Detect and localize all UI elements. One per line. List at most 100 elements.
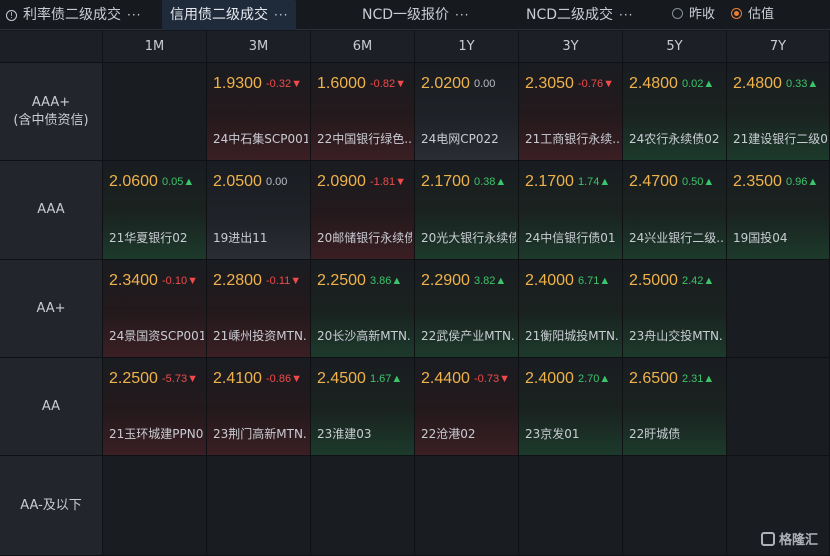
- change-bp: -0.86▼: [266, 373, 302, 385]
- change-bp: -0.32▼: [266, 78, 302, 90]
- bond-cell[interactable]: 1.9300 -0.32▼ 24中石集SCP001: [207, 63, 311, 161]
- change-bp: 2.70▲: [578, 373, 611, 385]
- change-bp: -1.81▼: [370, 176, 406, 188]
- bond-name: 19进出11: [213, 231, 268, 245]
- bond-cell[interactable]: 2.0600 0.05▲ 21华夏银行02: [103, 161, 207, 260]
- bond-cell[interactable]: 2.0500 0.00 19进出11: [207, 161, 311, 260]
- tab-rate-bond-secondary[interactable]: ! 利率债二级成交 ···: [6, 0, 141, 30]
- bond-cell[interactable]: 2.4000 2.70▲ 23京发01: [519, 358, 623, 456]
- bond-cell[interactable]: 2.4400 -0.73▼ 22沧港02: [415, 358, 519, 456]
- tab-ncd-secondary[interactable]: NCD二级成交 ···: [526, 0, 633, 30]
- radio-prev-close[interactable]: 昨收: [672, 0, 715, 30]
- change-bp: 0.00: [474, 78, 496, 90]
- bond-name: 21玉环城建PPN0: [109, 427, 204, 441]
- bond-cell[interactable]: 1.6000 -0.82▼ 22中国银行绿色...: [311, 63, 415, 161]
- bond-cell[interactable]: 2.4000 6.71▲ 21衡阳城投MTN.: [519, 260, 623, 358]
- bond-cell[interactable]: 2.1700 0.38▲ 20光大银行永续债: [415, 161, 519, 260]
- watermark: 格隆汇: [760, 529, 818, 548]
- bond-name: 21工商银行永续...: [525, 132, 620, 146]
- yield-value: 1.6000: [317, 75, 366, 92]
- bond-cell[interactable]: 2.3400 -0.10▼ 24景国资SCP001: [103, 260, 207, 358]
- bond-cell[interactable]: 2.2500 3.86▲ 20长沙高新MTN.: [311, 260, 415, 358]
- row-label: AA: [0, 358, 103, 456]
- tab-label: NCD二级成交: [526, 7, 614, 23]
- bond-cell[interactable]: 2.0200 0.00 24电网CP022: [415, 63, 519, 161]
- bond-name: 24中信银行债01: [525, 231, 616, 245]
- bond-name: 22中国银行绿色...: [317, 132, 412, 146]
- yield-value: 2.4800: [733, 75, 782, 92]
- more-dots-icon[interactable]: ···: [274, 8, 288, 22]
- tab-label: 利率债二级成交: [23, 7, 121, 23]
- row-label: AAA: [0, 161, 103, 260]
- change-bp: 2.42▲: [682, 275, 715, 287]
- empty-cell: [311, 456, 415, 556]
- bond-name: 19国投04: [733, 231, 788, 245]
- bond-cell[interactable]: 2.5000 2.42▲ 23舟山交投MTN.: [623, 260, 727, 358]
- bond-name: 23舟山交投MTN.: [629, 329, 723, 343]
- change-bp: 0.96▲: [786, 176, 819, 188]
- change-bp: 0.33▲: [786, 78, 819, 90]
- watermark-text: 格隆汇: [778, 533, 818, 548]
- bond-cell[interactable]: 2.3500 0.96▲ 19国投04: [727, 161, 830, 260]
- radio-label: 估值: [748, 7, 775, 22]
- bond-cell[interactable]: 2.2800 -0.11▼ 21嵊州投资MTN.: [207, 260, 311, 358]
- change-bp: -0.11▼: [266, 275, 302, 287]
- more-dots-icon[interactable]: ···: [619, 8, 633, 22]
- bond-name: 22沧港02: [421, 427, 476, 441]
- tab-label: 信用债二级成交: [170, 7, 268, 23]
- change-bp: -0.76▼: [578, 78, 614, 90]
- tab-ncd-primary-quote[interactable]: NCD一级报价 ···: [362, 0, 469, 30]
- bond-cell[interactable]: 2.4800 0.33▲ 21建设银行二级0: [727, 63, 830, 161]
- column-header-1y: 1Y: [415, 31, 519, 63]
- row-label-text: AAA+ (含中债资信): [13, 94, 88, 130]
- empty-cell: [623, 456, 727, 556]
- yield-value: 2.3400: [109, 272, 158, 289]
- yield-value: 2.6500: [629, 370, 678, 387]
- change-bp: -5.73▼: [162, 373, 198, 385]
- bond-name: 20邮储银行永续债: [317, 231, 412, 245]
- yield-value: 2.4500: [317, 370, 366, 387]
- change-bp: 3.86▲: [370, 275, 403, 287]
- empty-cell: [519, 456, 623, 556]
- empty-cell: [727, 260, 830, 358]
- bond-name: 24兴业银行二级...: [629, 231, 724, 245]
- bond-cell[interactable]: 2.4800 0.02▲ 24农行永续债02: [623, 63, 727, 161]
- change-bp: 1.67▲: [370, 373, 403, 385]
- yield-grid: 1M 3M 6M 1Y 3Y 5Y 7Y AAA+ (含中债资信) 1.9300 -0.32▼ 24中…: [0, 31, 830, 556]
- bond-cell[interactable]: 2.6500 2.31▲ 22盱城债: [623, 358, 727, 456]
- change-bp: -0.73▼: [474, 373, 510, 385]
- bond-name: 21衡阳城投MTN.: [525, 329, 619, 343]
- bond-cell[interactable]: 2.4100 -0.86▼ 23荆门高新MTN.: [207, 358, 311, 456]
- change-bp: -0.82▼: [370, 78, 406, 90]
- row-label-text: AAA: [37, 201, 64, 219]
- top-tab-bar: ! 利率债二级成交 ··· 信用债二级成交 ··· NCD一级报价 ··· NCD二级成…: [0, 0, 830, 30]
- column-header-7y: 7Y: [727, 31, 830, 63]
- change-bp: 2.31▲: [682, 373, 715, 385]
- yield-value: 2.0900: [317, 173, 366, 190]
- bond-cell[interactable]: 2.2900 3.82▲ 22武侯产业MTN.: [415, 260, 519, 358]
- yield-value: 2.4800: [629, 75, 678, 92]
- bond-cell[interactable]: 2.3050 -0.76▼ 21工商银行永续...: [519, 63, 623, 161]
- bond-cell[interactable]: 2.0900 -1.81▼ 20邮储银行永续债: [311, 161, 415, 260]
- radio-valuation[interactable]: 估值: [731, 0, 774, 30]
- row-label: AAA+ (含中债资信): [0, 63, 103, 161]
- change-bp: -0.10▼: [162, 275, 198, 287]
- bond-cell[interactable]: 2.2500 -5.73▼ 21玉环城建PPN0: [103, 358, 207, 456]
- bond-name: 24中石集SCP001: [213, 132, 308, 146]
- rating-label: AA: [41, 398, 61, 414]
- bond-name: 23京发01: [525, 427, 580, 441]
- more-dots-icon[interactable]: ···: [455, 8, 469, 22]
- yield-value: 2.0500: [213, 173, 262, 190]
- bond-name: 24景国资SCP001: [109, 329, 204, 343]
- bond-cell[interactable]: 2.4500 1.67▲ 23淮建03: [311, 358, 415, 456]
- bond-cell[interactable]: 2.4700 0.50▲ 24兴业银行二级...: [623, 161, 727, 260]
- bond-cell[interactable]: 2.1700 1.74▲ 24中信银行债01: [519, 161, 623, 260]
- yield-value: 2.1700: [421, 173, 470, 190]
- yield-value: 2.0600: [109, 173, 158, 190]
- rating-label: AAA: [37, 202, 65, 217]
- change-bp: 1.74▲: [578, 176, 611, 188]
- yield-value: 2.4400: [421, 370, 470, 387]
- tab-credit-bond-secondary[interactable]: 信用债二级成交 ···: [162, 0, 297, 30]
- yield-value: 2.1700: [525, 173, 574, 190]
- more-dots-icon[interactable]: ···: [127, 8, 141, 22]
